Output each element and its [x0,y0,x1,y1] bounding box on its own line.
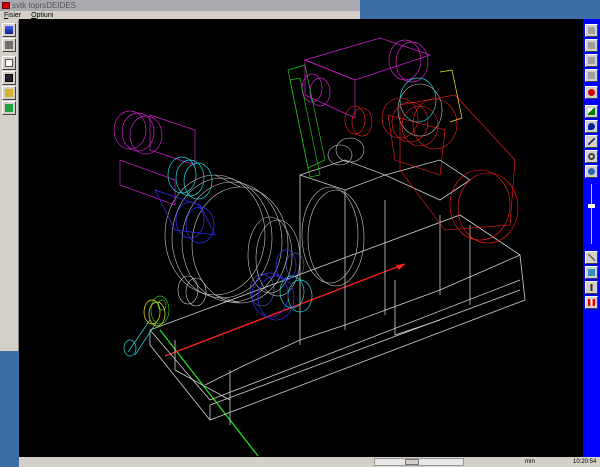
graph-button[interactable] [585,105,598,118]
green-bracket [150,64,326,325]
magenta-motor-right [301,37,432,119]
zoom-button[interactable] [585,150,598,163]
zoom-icon [588,153,595,160]
open-folder-button[interactable] [2,86,16,100]
axis-x-line [164,263,406,357]
toolbar-button-4[interactable] [585,69,598,82]
exit-button[interactable] [2,101,16,115]
toolbar-button-3[interactable] [585,54,598,67]
exit-icon [5,104,13,112]
brush-button[interactable] [585,266,598,279]
shape-icon [5,41,13,49]
magenta-motor-left [113,110,196,206]
window-title: svtk toprsDEIDES [12,1,77,10]
slider-thumb[interactable] [588,204,595,208]
yellow-coupling [143,69,463,327]
clock: 10:20:54 [573,459,597,465]
zoom-slider[interactable] [586,184,597,244]
graph-icon [588,108,595,115]
rotate-button[interactable] [585,165,598,178]
info-button[interactable] [585,281,598,294]
color-button[interactable] [585,296,598,309]
horizontal-scrollbar[interactable] [374,458,464,466]
new-file-button[interactable] [2,56,16,70]
toolbar-button-1[interactable] [585,24,598,37]
shape-button[interactable] [2,38,16,52]
view-button[interactable] [2,23,16,37]
right-toolbar [583,19,600,457]
slider-track [591,184,592,244]
desktop-background [360,0,600,19]
stop-icon [588,89,595,96]
red-motor-group [344,94,519,244]
blank-icon [588,72,595,79]
save-icon [5,74,13,82]
info-icon [588,284,595,291]
wireframe-scene [113,37,526,457]
view-icon [5,26,13,34]
ink-drop-icon [588,123,595,130]
check-icon [588,254,595,261]
rotate-icon [588,168,595,175]
cyan-gear-group [123,77,437,357]
open-folder-icon [5,89,13,97]
blank-icon [588,57,595,64]
brush-icon [588,269,595,276]
pen-button[interactable] [585,135,598,148]
check-button[interactable] [585,251,598,264]
color-icon [588,299,595,306]
3d-viewport[interactable] [19,19,583,457]
blank-icon [588,42,595,49]
units-indicator: mm [525,459,535,465]
stop-button[interactable] [585,86,598,99]
toolbar-button-2[interactable] [585,39,598,52]
app-icon [2,2,10,9]
pen-icon [588,138,595,145]
new-file-icon [5,59,13,67]
status-bar: mm 10:20:54 [19,457,600,467]
app-screen: svtk toprsDEIDES Fisier Optiuni mm 10:20… [0,0,600,467]
scrollbar-thumb[interactable] [405,459,419,465]
window-titlebar[interactable]: svtk toprsDEIDES [0,0,360,11]
left-toolbar [0,20,19,351]
blank-icon [588,27,595,34]
axis-x-arrow [396,264,405,270]
save-button[interactable] [2,71,16,85]
ink-drop-button[interactable] [585,120,598,133]
desktop-background-lower [0,351,19,467]
